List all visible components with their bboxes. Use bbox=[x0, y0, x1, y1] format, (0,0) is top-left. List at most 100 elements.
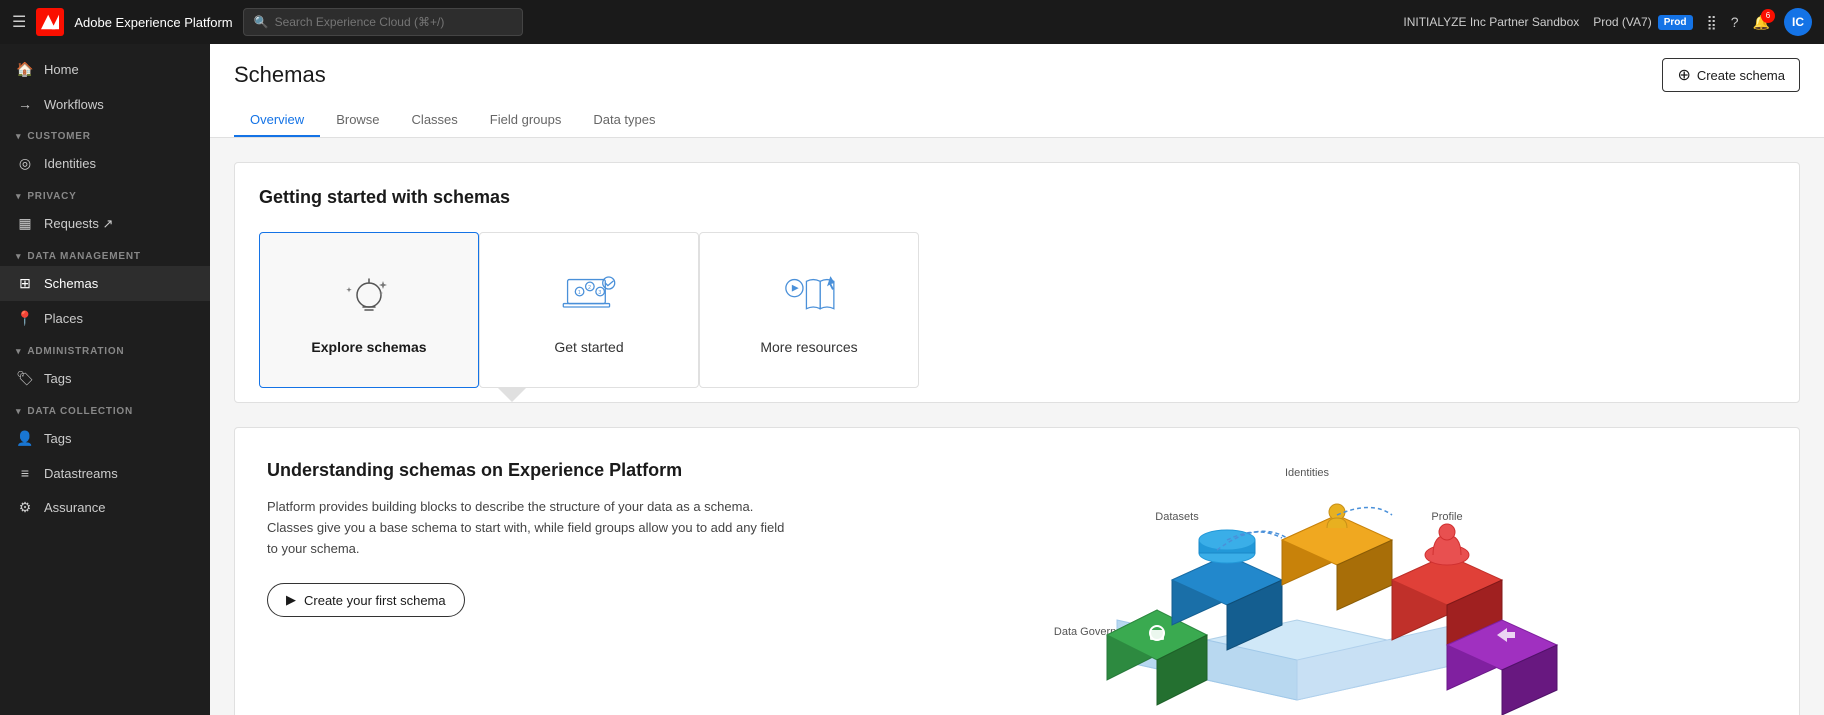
search-input[interactable] bbox=[275, 15, 512, 29]
sidebar-item-datastreams-label: Datastreams bbox=[44, 466, 118, 481]
sidebar-item-requests-label: Requests ↗ bbox=[44, 216, 113, 232]
sidebar-item-workflows-label: Workflows bbox=[44, 97, 104, 112]
sidebar-section-administration[interactable]: ▾ ADMINISTRATION bbox=[0, 336, 210, 361]
org-name: INITIALYZE Inc Partner Sandbox bbox=[1403, 15, 1579, 29]
page-header: Schemas ⊕ Create schema Overview Browse … bbox=[210, 44, 1824, 138]
understanding-description: Platform provides building blocks to des… bbox=[267, 497, 787, 559]
chevron-down-icon-privacy: ▾ bbox=[16, 191, 21, 202]
profile-label: Profile bbox=[1431, 511, 1462, 523]
card-explore-schemas[interactable]: Explore schemas bbox=[259, 232, 479, 388]
chevron-down-icon-dm: ▾ bbox=[16, 251, 21, 262]
workflows-icon: → bbox=[16, 96, 34, 112]
getting-started-section: Getting started with schemas bbox=[234, 162, 1800, 403]
schemas-icon: ⊞ bbox=[16, 275, 34, 292]
card-explore-label: Explore schemas bbox=[311, 339, 426, 355]
sandbox-badge: Prod (VA7) Prod bbox=[1593, 15, 1692, 30]
sidebar-item-assurance-label: Assurance bbox=[44, 500, 105, 515]
assurance-icon: ⚙ bbox=[16, 499, 34, 516]
chevron-down-icon: ▾ bbox=[16, 131, 21, 142]
datastreams-icon: ≡ bbox=[16, 465, 34, 481]
more-resources-icon bbox=[779, 265, 839, 325]
chevron-down-icon-admin: ▾ bbox=[16, 346, 21, 357]
tab-browse[interactable]: Browse bbox=[320, 104, 395, 137]
getting-started-title: Getting started with schemas bbox=[259, 187, 1775, 208]
sidebar-item-schemas[interactable]: ⊞ Schemas bbox=[0, 266, 210, 301]
tab-classes[interactable]: Classes bbox=[396, 104, 474, 137]
sidebar-item-home[interactable]: 🏠 Home bbox=[0, 52, 210, 87]
topnav-icons: ⣿ ? 🔔 6 IC bbox=[1707, 8, 1813, 36]
sidebar-section-customer-label: CUSTOMER bbox=[27, 131, 90, 142]
schema-diagram: Identities Datasets Profile Data Governa… bbox=[827, 460, 1767, 715]
datasets-label: Datasets bbox=[1155, 511, 1199, 523]
sidebar-section-privacy[interactable]: ▾ PRIVACY bbox=[0, 181, 210, 206]
tabs: Overview Browse Classes Field groups Dat… bbox=[234, 104, 1800, 137]
svg-text:1: 1 bbox=[578, 290, 581, 296]
adobe-logo bbox=[36, 8, 64, 36]
svg-text:3: 3 bbox=[598, 290, 601, 296]
tab-data-types[interactable]: Data types bbox=[577, 104, 671, 137]
understanding-section: Understanding schemas on Experience Plat… bbox=[234, 427, 1800, 715]
sidebar-item-requests[interactable]: ▦ Requests ↗ bbox=[0, 206, 210, 241]
sandbox-name: Prod (VA7) bbox=[1593, 15, 1651, 29]
plus-icon: ⊕ bbox=[1677, 65, 1690, 85]
sidebar-item-assurance[interactable]: ⚙ Assurance bbox=[0, 490, 210, 525]
get-started-icon: 1 2 3 bbox=[559, 265, 619, 325]
create-first-schema-label: Create your first schema bbox=[304, 593, 446, 608]
sidebar-item-tags-dc-label: Tags bbox=[44, 431, 71, 446]
sidebar-item-home-label: Home bbox=[44, 62, 79, 77]
search-bar[interactable]: 🔍 bbox=[243, 8, 523, 36]
prod-badge[interactable]: Prod bbox=[1658, 15, 1693, 30]
chevron-down-icon-dc: ▾ bbox=[16, 406, 21, 417]
create-first-schema-button[interactable]: ▶ Create your first schema bbox=[267, 583, 465, 617]
understanding-text: Understanding schemas on Experience Plat… bbox=[267, 460, 787, 715]
sidebar-item-workflows[interactable]: → Workflows bbox=[0, 87, 210, 121]
sidebar: 🏠 Home → Workflows ▾ CUSTOMER ◎ Identiti… bbox=[0, 44, 210, 715]
sidebar-item-tags-admin[interactable]: 🏷 Tags bbox=[0, 361, 210, 396]
sidebar-section-data-management[interactable]: ▾ DATA MANAGEMENT bbox=[0, 241, 210, 266]
understanding-heading: Understanding schemas on Experience Plat… bbox=[267, 460, 787, 481]
explore-schemas-icon bbox=[339, 265, 399, 325]
sidebar-item-tags-admin-label: Tags bbox=[44, 371, 71, 386]
card-more-resources[interactable]: More resources bbox=[699, 232, 919, 388]
sidebar-section-customer[interactable]: ▾ CUSTOMER bbox=[0, 121, 210, 146]
card-get-started[interactable]: 1 2 3 Get started bbox=[479, 232, 699, 388]
card-more-resources-label: More resources bbox=[760, 339, 857, 355]
home-icon: 🏠 bbox=[16, 61, 34, 78]
tab-field-groups[interactable]: Field groups bbox=[474, 104, 578, 137]
places-icon: 📍 bbox=[16, 310, 34, 327]
apps-icon[interactable]: ⣿ bbox=[1707, 14, 1717, 31]
avatar[interactable]: IC bbox=[1784, 8, 1812, 36]
page-title: Schemas bbox=[234, 62, 326, 88]
identities-label: Identities bbox=[1285, 467, 1330, 479]
hamburger-menu-icon[interactable]: ☰ bbox=[12, 12, 26, 32]
svg-text:2: 2 bbox=[588, 285, 591, 291]
notification-badge: 6 bbox=[1761, 9, 1775, 23]
sidebar-section-administration-label: ADMINISTRATION bbox=[27, 346, 124, 357]
sidebar-section-data-collection-label: DATA COLLECTION bbox=[27, 406, 133, 417]
sidebar-item-schemas-label: Schemas bbox=[44, 276, 98, 291]
search-icon: 🔍 bbox=[254, 15, 269, 29]
card-get-started-label: Get started bbox=[554, 339, 623, 355]
sidebar-item-datastreams[interactable]: ≡ Datastreams bbox=[0, 456, 210, 490]
sidebar-item-places-label: Places bbox=[44, 311, 83, 326]
sidebar-section-data-collection[interactable]: ▾ DATA COLLECTION bbox=[0, 396, 210, 421]
app-title: Adobe Experience Platform bbox=[74, 15, 232, 30]
tags-dc-icon: 👤 bbox=[16, 430, 34, 447]
create-schema-button[interactable]: ⊕ Create schema bbox=[1662, 58, 1800, 92]
tags-admin-icon: 🏷 bbox=[16, 370, 34, 387]
help-icon[interactable]: ? bbox=[1731, 14, 1739, 30]
notifications-icon[interactable]: 🔔 6 bbox=[1753, 14, 1770, 31]
identities-icon: ◎ bbox=[16, 155, 34, 172]
content-area: Getting started with schemas bbox=[210, 138, 1824, 715]
diagram-area: Identities Datasets Profile Data Governa… bbox=[827, 460, 1767, 715]
cards-row: Explore schemas 1 bbox=[259, 232, 1775, 388]
sidebar-item-tags-dc[interactable]: 👤 Tags bbox=[0, 421, 210, 456]
sidebar-item-places[interactable]: 📍 Places bbox=[0, 301, 210, 336]
create-schema-label: Create schema bbox=[1697, 68, 1785, 83]
main-content: Schemas ⊕ Create schema Overview Browse … bbox=[210, 44, 1824, 715]
sidebar-item-identities-label: Identities bbox=[44, 156, 96, 171]
sidebar-item-identities[interactable]: ◎ Identities bbox=[0, 146, 210, 181]
top-navigation: ☰ Adobe Experience Platform 🔍 INITIALYZE… bbox=[0, 0, 1824, 44]
card-pointer bbox=[498, 388, 526, 402]
tab-overview[interactable]: Overview bbox=[234, 104, 320, 137]
